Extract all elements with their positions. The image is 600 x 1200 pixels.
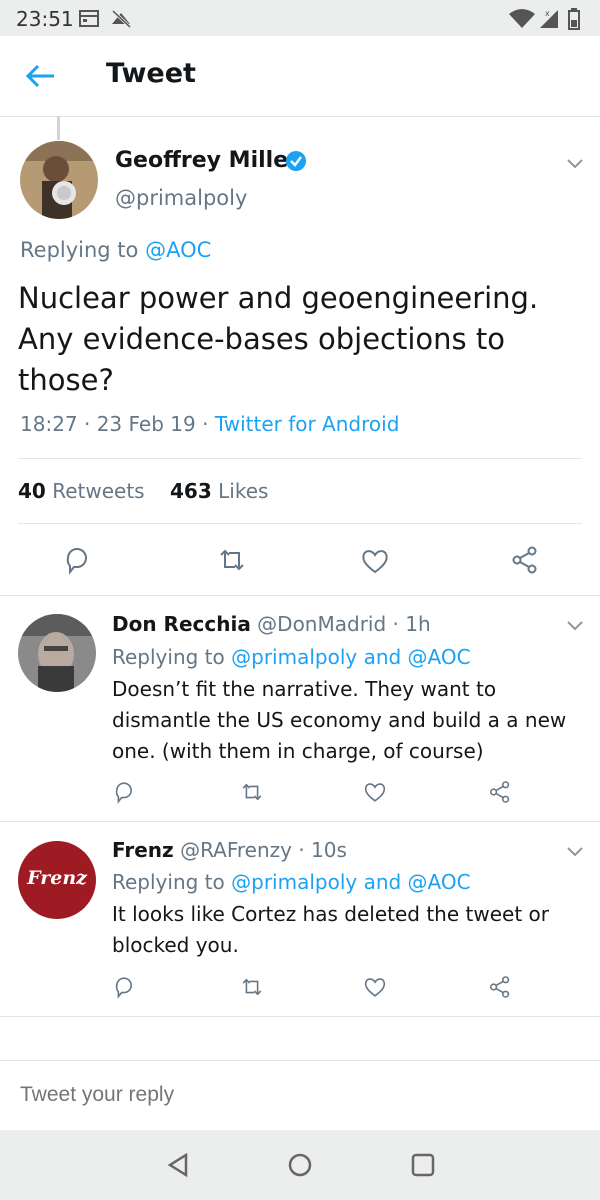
divider: [18, 458, 582, 459]
chevron-down-icon[interactable]: [566, 620, 584, 632]
reply-input[interactable]: [18, 1082, 582, 1108]
reply-icon[interactable]: [112, 975, 136, 999]
reply-time: · 10s: [291, 838, 347, 862]
calendar-icon: [79, 10, 99, 27]
retweet-icon[interactable]: [217, 545, 247, 575]
verified-badge-icon: [286, 151, 306, 171]
tweet-timestamp: 18:27 · 23 Feb 19 ·: [20, 412, 215, 436]
reply-author-handle[interactable]: @DonMadrid: [257, 612, 386, 636]
reply-author-handle[interactable]: @RAFrenzy: [180, 838, 292, 862]
avatar-image: [18, 614, 96, 692]
reply-text: Doesn’t fit the narrative. They want to …: [112, 677, 567, 763]
reply-text: It looks like Cortez has deleted the twe…: [112, 902, 549, 957]
replying-to-link[interactable]: @primalpoly and @AOC: [231, 645, 470, 669]
retweet-icon[interactable]: [240, 780, 264, 804]
divider: [18, 523, 582, 524]
reply-avatar[interactable]: [18, 614, 96, 692]
reply-author: Don Recchia @DonMadrid · 1h: [112, 612, 431, 636]
replying-to-link[interactable]: @primalpoly and @AOC: [231, 870, 470, 894]
system-nav-bar: [0, 1130, 600, 1200]
reply-author: Frenz @RAFrenzy · 10s: [112, 838, 347, 862]
frenz-logo-text: Frenz: [27, 867, 87, 889]
reply-time: · 1h: [386, 612, 431, 636]
nav-back-icon[interactable]: [164, 1150, 194, 1180]
retweets-stat[interactable]: 40 Retweets: [18, 479, 145, 503]
tweet-text: Nuclear power and geoengineering. Any ev…: [18, 281, 539, 397]
nav-home-icon[interactable]: [285, 1150, 315, 1180]
battery-icon: [568, 8, 580, 30]
status-bar: 23:51 x: [0, 0, 600, 36]
share-icon[interactable]: [488, 975, 512, 999]
divider: [0, 595, 600, 596]
divider: [0, 1016, 600, 1017]
chevron-down-icon[interactable]: [566, 846, 584, 858]
chevron-down-icon[interactable]: [566, 158, 584, 170]
wifi-icon: [509, 9, 535, 28]
tweet-meta: 18:27 · 23 Feb 19 · Twitter for Android: [20, 412, 399, 436]
author-name[interactable]: Geoffrey Miller: [115, 148, 299, 173]
reply-icon[interactable]: [112, 780, 136, 804]
reply-author-name[interactable]: Don Recchia: [112, 612, 251, 636]
like-icon[interactable]: [363, 780, 387, 804]
reply-avatar[interactable]: Frenz: [18, 841, 96, 919]
tweet-stats: 40 Retweets 463 Likes: [18, 479, 268, 503]
author-handle[interactable]: @primalpoly: [115, 186, 247, 210]
nav-recents-icon[interactable]: [408, 1150, 438, 1180]
author-avatar[interactable]: [20, 141, 98, 219]
like-icon[interactable]: [363, 975, 387, 999]
thread-line: [57, 116, 60, 140]
reply-icon[interactable]: [62, 545, 92, 575]
likes-stat[interactable]: 463 Likes: [170, 479, 268, 503]
replying-to-link[interactable]: @AOC: [145, 238, 211, 262]
retweet-icon[interactable]: [240, 975, 264, 999]
back-arrow-icon[interactable]: [22, 58, 62, 94]
tweet-source-link[interactable]: Twitter for Android: [215, 412, 400, 436]
like-icon[interactable]: [360, 546, 390, 576]
reply-author-name[interactable]: Frenz: [112, 838, 174, 862]
replying-to: Replying to @AOC: [20, 238, 212, 262]
reply-replying-to: Replying to @primalpoly and @AOC: [112, 645, 471, 669]
status-time: 23:51: [16, 7, 74, 31]
share-icon[interactable]: [510, 545, 540, 575]
page-title: Tweet: [106, 58, 196, 89]
signal-icon: x: [540, 9, 558, 28]
svg-text:x: x: [545, 9, 550, 18]
avatar-image: [20, 141, 98, 219]
divider: [0, 821, 600, 822]
reply-replying-to: Replying to @primalpoly and @AOC: [112, 870, 471, 894]
app-bar: Tweet: [0, 36, 600, 117]
share-icon[interactable]: [488, 780, 512, 804]
notifications-off-icon: [111, 9, 132, 28]
